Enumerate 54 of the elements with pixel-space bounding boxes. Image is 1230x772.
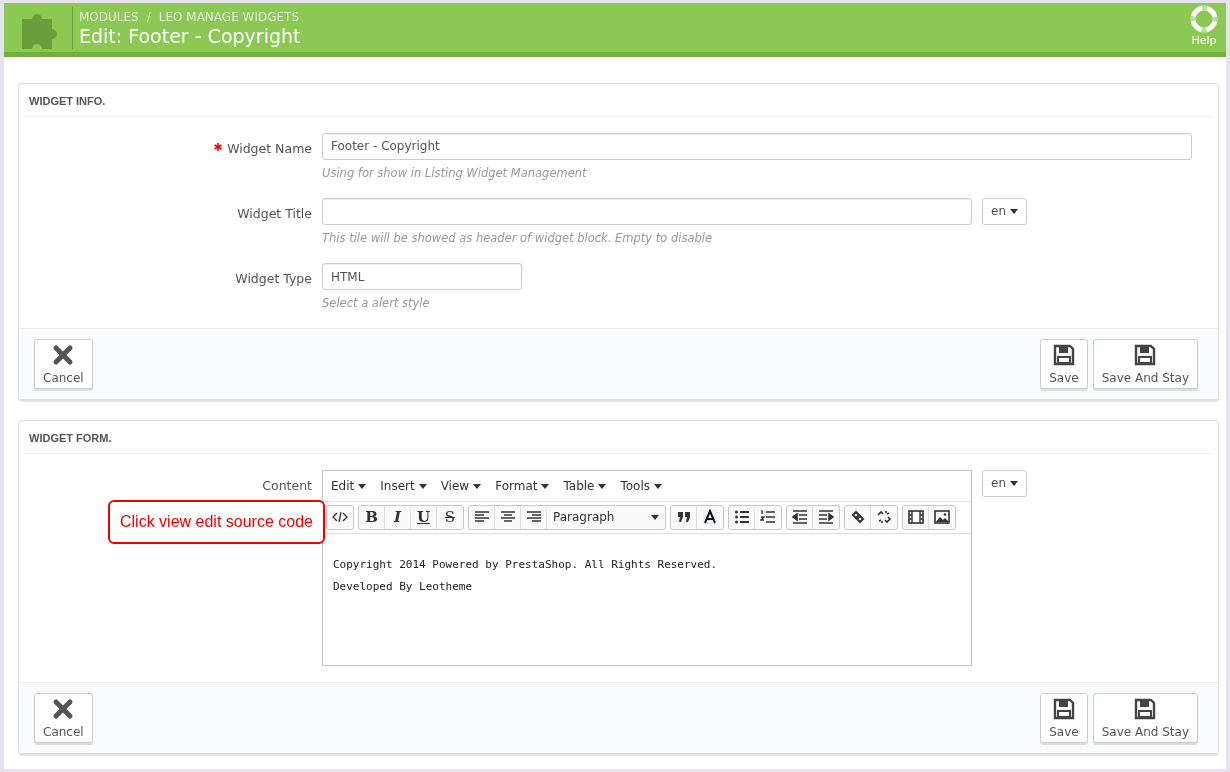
editor-menu[interactable]: Format xyxy=(495,476,550,495)
caret-icon xyxy=(598,483,607,489)
editor-menu[interactable]: Tools xyxy=(620,476,663,495)
save-button[interactable]: Save xyxy=(1040,339,1088,390)
caret-icon xyxy=(418,483,427,489)
input-field[interactable]: Footer - Copyright xyxy=(322,132,1192,160)
caret-icon xyxy=(541,483,550,489)
help-text: Using for show in Listing Widget Management xyxy=(322,164,588,182)
panel-heading: WIDGET FORM. xyxy=(24,421,1213,454)
caret-icon xyxy=(1010,481,1018,487)
outdent-icon[interactable] xyxy=(791,509,808,526)
caret-icon xyxy=(358,483,367,489)
breadcrumb-separator: / xyxy=(146,9,151,27)
callout-note: Click view edit source code xyxy=(108,499,325,544)
help-text: This tile will be showed as header of widget block. Empty to disable xyxy=(322,229,714,247)
film-icon[interactable] xyxy=(907,509,924,526)
language-dropdown[interactable]: en xyxy=(982,469,1027,497)
field-label: Widget Type xyxy=(234,270,313,288)
cancel-button[interactable]: Cancel xyxy=(34,692,93,743)
caret-icon xyxy=(651,514,659,520)
numbered-list-icon[interactable] xyxy=(760,509,776,526)
format-button[interactable]: S xyxy=(437,505,463,529)
field-label: Widget Title xyxy=(236,204,313,223)
editor-menu[interactable]: Table xyxy=(563,476,607,495)
caret-icon xyxy=(654,483,663,489)
editor-menu[interactable]: View xyxy=(440,476,482,495)
help-text: Select a alert style xyxy=(322,295,431,312)
cancel-button[interactable]: Cancel xyxy=(34,339,93,390)
input-field[interactable]: HTML xyxy=(322,263,522,290)
editor-text: Copyright 2014 Powered by PrestaShop. All Rights Reserved. xyxy=(333,556,719,573)
save-button[interactable]: Save xyxy=(1040,692,1088,743)
image-icon[interactable] xyxy=(934,509,950,526)
editor-menu[interactable]: Edit xyxy=(331,476,367,495)
page-title: Edit: Footer - Copyright xyxy=(79,26,301,47)
editor-text: Developed By Leotheme xyxy=(333,578,474,595)
format-button[interactable]: I xyxy=(385,505,411,529)
close-icon xyxy=(52,344,75,367)
field-label: Content xyxy=(261,476,313,495)
caret-icon xyxy=(1010,209,1018,215)
indent-icon[interactable] xyxy=(818,509,834,526)
panel-heading: WIDGET INFO. xyxy=(24,84,1213,117)
format-button[interactable]: B xyxy=(359,505,385,529)
field-label: Widget Name xyxy=(24,132,322,159)
text-color-icon[interactable] xyxy=(702,509,718,526)
language-dropdown[interactable]: en xyxy=(982,197,1027,225)
format-button[interactable]: U xyxy=(411,505,437,529)
input-field[interactable] xyxy=(322,197,972,225)
close-icon xyxy=(52,697,75,720)
save-button[interactable]: Save And Stay xyxy=(1092,692,1198,743)
editor-menu[interactable]: Insert xyxy=(380,476,427,495)
caret-icon xyxy=(473,483,482,489)
required-asterisk-icon xyxy=(214,142,223,151)
save-button[interactable]: Save And Stay xyxy=(1092,339,1198,390)
bullet-list-icon[interactable] xyxy=(733,509,750,526)
